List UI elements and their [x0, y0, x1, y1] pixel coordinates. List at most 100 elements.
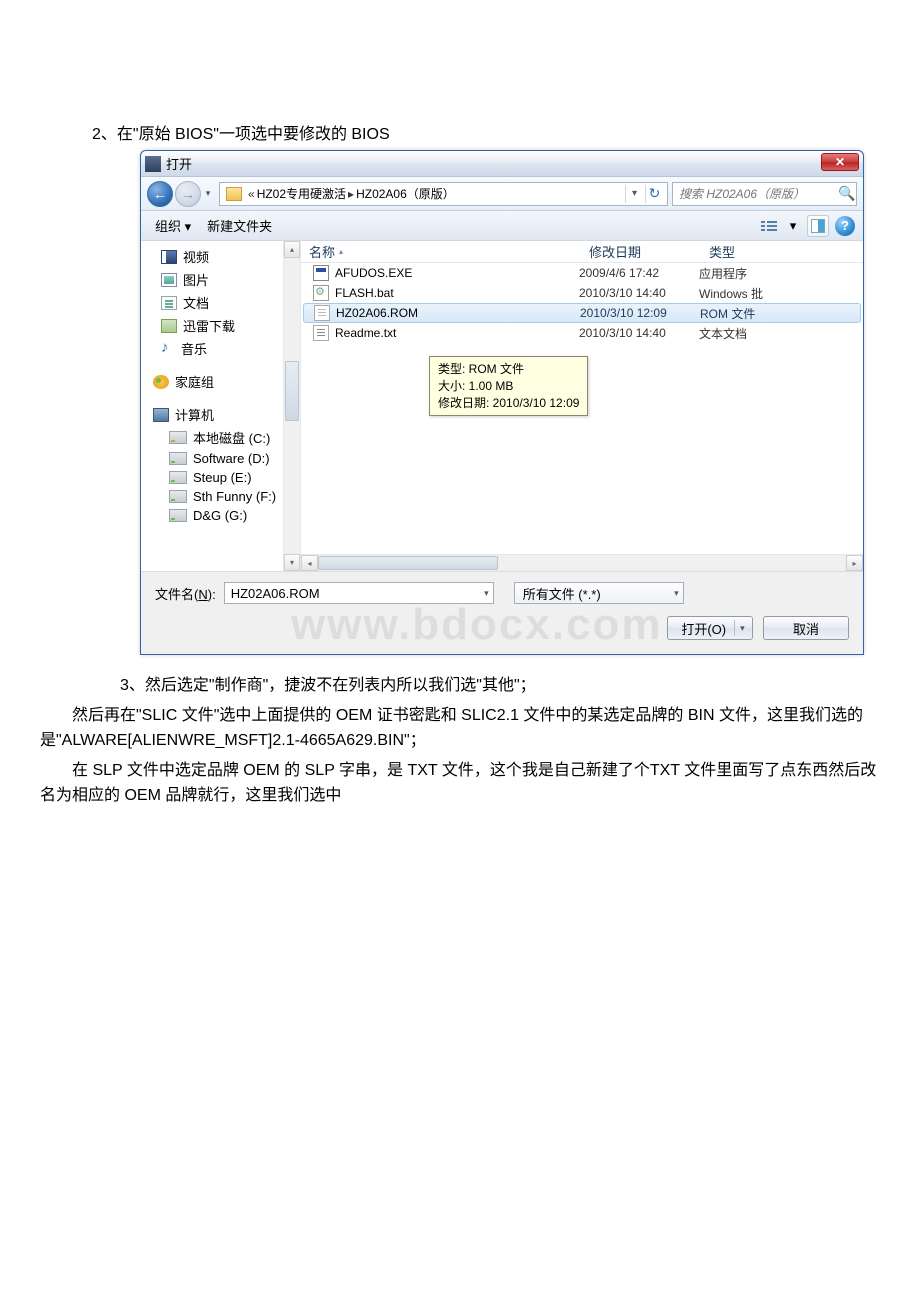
organize-menu[interactable]: 组织 ▾ — [149, 213, 197, 238]
chevron-down-icon[interactable]: ▾ — [674, 588, 679, 599]
nav-label: Software (D:) — [193, 451, 270, 466]
nav-item-drive-c[interactable]: 本地磁盘 (C:) — [141, 426, 300, 449]
file-name: AFUDOS.EXE — [335, 266, 412, 280]
nav-label: 音乐 — [181, 339, 207, 358]
nav-label: 图片 — [183, 270, 209, 289]
close-icon: ✕ — [835, 155, 845, 169]
cancel-button-label: 取消 — [793, 619, 819, 638]
change-view-button[interactable] — [755, 215, 783, 237]
titlebar[interactable]: 打开 ✕ — [141, 151, 863, 177]
pictures-icon — [161, 273, 177, 287]
cancel-button[interactable]: 取消 — [763, 616, 849, 640]
music-icon — [161, 341, 175, 357]
navigation-pane[interactable]: 视频 图片 文档 迅雷下载 — [141, 241, 301, 571]
column-type[interactable]: 类型 — [701, 242, 863, 261]
file-icon — [314, 305, 330, 321]
view-dropdown[interactable]: ▾ — [785, 215, 801, 237]
nav-item-documents[interactable]: 文档 — [141, 291, 300, 314]
breadcrumb-overflow-icon[interactable]: « — [246, 187, 257, 201]
forward-arrow-icon: → — [181, 186, 195, 202]
scroll-right-button[interactable]: ▸ — [846, 555, 863, 571]
new-folder-button[interactable]: 新建文件夹 — [201, 213, 278, 238]
file-name: Readme.txt — [335, 326, 396, 340]
file-row[interactable]: HZ02A06.ROM2010/3/10 12:09ROM 文件 — [303, 303, 861, 323]
drive-icon — [169, 452, 187, 465]
instruction-step-3c: 在 SLP 文件中选定品牌 OEM 的 SLP 字串，是 TXT 文件，这个我是… — [40, 758, 880, 809]
hscroll-track[interactable] — [318, 555, 846, 571]
horizontal-scrollbar[interactable]: ◂ ▸ — [301, 554, 863, 571]
nav-item-homegroup[interactable]: 家庭组 — [141, 370, 300, 393]
file-type: 应用程序 — [699, 265, 863, 282]
filetype-combobox[interactable]: 所有文件 (*.*) ▾ — [514, 582, 684, 604]
scroll-thumb[interactable] — [285, 361, 299, 421]
nav-item-drive-f[interactable]: Sth Funny (F:) — [141, 487, 300, 506]
filename-combobox[interactable]: HZ02A06.ROM ▾ — [224, 582, 494, 604]
file-row[interactable]: FLASH.bat2010/3/10 14:40Windows 批 — [301, 283, 863, 303]
instruction-step-2: 2、在"原始 BIOS"一项选中要修改的 BIOS — [92, 120, 880, 144]
column-headers: 名称 ▴ 修改日期 类型 — [301, 241, 863, 263]
file-icon — [313, 285, 329, 301]
hscroll-thumb[interactable] — [318, 556, 498, 570]
app-icon — [145, 156, 161, 172]
file-list-pane: 名称 ▴ 修改日期 类型 AFUDOS.EXE 2009/4/6 17:42应用程… — [301, 241, 863, 571]
chevron-right-icon[interactable]: ▸ — [346, 187, 356, 201]
file-icon — [313, 325, 329, 341]
search-icon: 🔍 — [838, 185, 855, 202]
breadcrumb-item-1[interactable]: HZ02专用硬激活 — [257, 185, 346, 202]
nav-label: 家庭组 — [175, 372, 214, 391]
recent-locations-dropdown[interactable]: ▾ — [201, 181, 215, 207]
column-name[interactable]: 名称 ▴ — [301, 242, 581, 261]
file-name: FLASH.bat — [335, 286, 394, 300]
refresh-button[interactable]: ↻ — [645, 185, 663, 203]
nav-item-videos[interactable]: 视频 — [141, 245, 300, 268]
filetype-value: 所有文件 (*.*) — [523, 584, 601, 603]
file-date: 2010/3/10 12:09 — [580, 306, 700, 320]
chevron-down-icon[interactable]: ▾ — [740, 623, 745, 634]
videos-icon — [161, 250, 177, 264]
refresh-icon: ↻ — [649, 185, 661, 202]
scroll-up-button[interactable]: ▴ — [284, 241, 300, 258]
drive-icon — [169, 490, 187, 503]
breadcrumb-bar[interactable]: « HZ02专用硬激活 ▸ HZ02A06（原版） ▾ ↻ — [219, 182, 668, 206]
nav-item-computer[interactable]: 计算机 — [141, 403, 300, 426]
column-date[interactable]: 修改日期 — [581, 242, 701, 261]
search-box[interactable]: 🔍 — [672, 182, 857, 206]
chevron-down-icon[interactable]: ▾ — [484, 588, 489, 599]
back-arrow-icon: ← — [153, 186, 167, 202]
documents-icon — [161, 296, 177, 310]
file-date: 2010/3/10 14:40 — [579, 286, 699, 300]
scroll-left-button[interactable]: ◂ — [301, 555, 318, 571]
breadcrumb-dropdown[interactable]: ▾ — [625, 185, 643, 203]
file-tooltip: 类型: ROM 文件 大小: 1.00 MB 修改日期: 2010/3/10 1… — [429, 356, 588, 416]
nav-item-xunlei-download[interactable]: 迅雷下载 — [141, 314, 300, 337]
nav-label: Steup (E:) — [193, 470, 252, 485]
nav-label: 计算机 — [175, 405, 214, 424]
nav-item-pictures[interactable]: 图片 — [141, 268, 300, 291]
preview-pane-toggle[interactable] — [807, 215, 829, 237]
open-button[interactable]: 打开(O) ▾ — [667, 616, 753, 640]
scroll-down-button[interactable]: ▾ — [284, 554, 300, 571]
close-button[interactable]: ✕ — [821, 153, 859, 171]
file-row[interactable]: Readme.txt2010/3/10 14:40文本文档 — [301, 323, 863, 343]
toolbar: 组织 ▾ 新建文件夹 ▾ ? — [141, 211, 863, 241]
nav-item-drive-e[interactable]: Steup (E:) — [141, 468, 300, 487]
file-row[interactable]: AFUDOS.EXE 2009/4/6 17:42应用程序 — [301, 263, 863, 283]
folder-icon — [226, 187, 242, 201]
back-button[interactable]: ← — [147, 181, 173, 207]
dialog-footer: www.bdocx.com 文件名(N): HZ02A06.ROM ▾ 所有文件… — [141, 571, 863, 654]
nav-item-music[interactable]: 音乐 — [141, 337, 300, 360]
nav-item-drive-g[interactable]: D&G (G:) — [141, 506, 300, 525]
filename-value: HZ02A06.ROM — [231, 586, 320, 601]
breadcrumb-item-2[interactable]: HZ02A06（原版） — [356, 185, 455, 202]
forward-button[interactable]: → — [175, 181, 201, 207]
column-name-label: 名称 — [309, 242, 335, 261]
nav-item-drive-d[interactable]: Software (D:) — [141, 449, 300, 468]
navigation-bar: ← → ▾ « HZ02专用硬激活 ▸ HZ02A06（原版） ▾ ↻ — [141, 177, 863, 211]
navpane-scrollbar[interactable]: ▴ ▾ — [283, 241, 300, 571]
instruction-step-3a: 3、然后选定"制作商"，捷波不在列表内所以我们选"其他"； — [40, 673, 880, 699]
tooltip-type: 类型: ROM 文件 — [438, 361, 579, 378]
search-input[interactable] — [677, 186, 838, 202]
file-date: 2009/4/6 17:42 — [579, 266, 699, 280]
help-button[interactable]: ? — [835, 216, 855, 236]
preview-pane-icon — [811, 219, 825, 233]
